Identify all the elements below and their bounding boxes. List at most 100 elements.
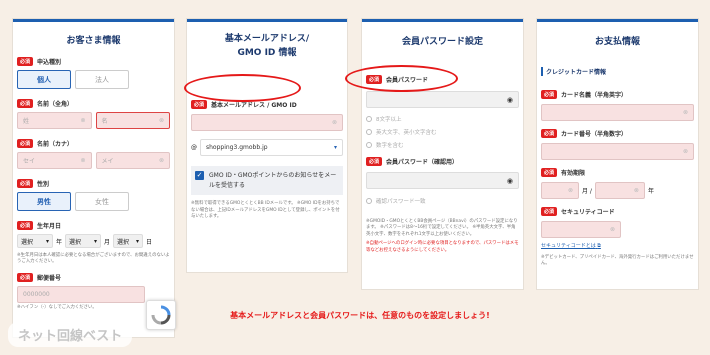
expiry-year-input[interactable]: ⊗ <box>594 182 645 199</box>
security-code-label: 必須 セキュリティコード <box>541 207 694 216</box>
last-name-kana-input[interactable]: セイ ⊗ <box>17 152 92 169</box>
email-input[interactable]: ⊗ <box>191 114 343 131</box>
card-number-label: 必須 カード番号（半角数字） <box>541 129 694 138</box>
circle-check-icon <box>366 198 372 204</box>
security-code-input[interactable]: ⊗ <box>541 221 621 238</box>
last-name-input[interactable]: 姓 ⊗ <box>17 112 92 129</box>
email-gmo-id-panel: 基本メールアドレス/ GMO ID 情報 必須 基本メールアドレス / GMO I… <box>186 18 348 273</box>
label-text: 生年月日 <box>37 223 62 230</box>
circle-check-icon <box>366 129 372 135</box>
individual-button[interactable]: 個人 <box>17 70 71 89</box>
placeholder: 姓 <box>23 118 30 125</box>
rule-digit: 数字を含む <box>366 141 519 149</box>
expiry-label: 必須 有効期限 <box>541 168 694 177</box>
first-name-input[interactable]: 名 ⊗ <box>95 112 170 129</box>
postal-code-input[interactable]: 0000000 <box>17 285 145 303</box>
circle-check-icon <box>366 142 372 148</box>
label-text: 名前（全角） <box>37 101 74 108</box>
caption-text: 基本メールアドレスと会員パスワードは、任意のものを設定しましょう! <box>230 311 490 320</box>
rule-min-length: 8文字以上 <box>366 115 519 123</box>
gender-label: 必須 性別 <box>17 179 170 188</box>
card-number-input[interactable]: ⊗ <box>541 143 694 160</box>
chevron-down-icon: ▾ <box>94 237 98 245</box>
first-name-kana-input[interactable]: メイ ⊗ <box>95 152 170 169</box>
password-input[interactable]: ◉ <box>366 91 519 108</box>
password-note: ※GMOID・GMOとくとくBB会員ページ（BBnavi）のパスワード設定になり… <box>366 219 518 237</box>
checkbox-checked-icon[interactable]: ✓ <box>195 171 204 180</box>
female-button[interactable]: 女性 <box>75 192 129 211</box>
email-label: 必須 基本メールアドレス / GMO ID <box>191 100 343 109</box>
card-note: ※デビットカード、プリペイドカード、海外発行カードはご利用いただけません。 <box>541 255 694 267</box>
rule-case: 英大文字、英小文字含む <box>366 128 519 136</box>
birthday-note: ※生年月日は本人確認に必要となる場合がございますので、お間違えのないようご入力く… <box>17 253 170 265</box>
required-badge: 必須 <box>541 168 558 177</box>
name-kana-label: 必須 名前（カナ） <box>17 139 170 148</box>
label-text: カード名義（半角英字） <box>561 92 628 99</box>
member-password-panel: 会員パスワード設定 必須 会員パスワード ◉ 8文字以上 英大文字、英小文字含む … <box>361 18 524 290</box>
label-text: セキュリティコード <box>561 209 615 216</box>
expiry-month-input[interactable]: ⊗ <box>541 182 579 199</box>
panel-title: 会員パスワード設定 <box>362 19 523 59</box>
newsletter-text: GMO ID・GMOポイントからのお知らせをメールを受信する <box>209 172 337 189</box>
label-text: 申込種別 <box>37 59 62 66</box>
select-value: shopping3.gmobb.jp <box>206 144 268 151</box>
credit-card-heading: クレジットカード情報 <box>541 67 694 76</box>
clear-icon: ⊗ <box>331 119 337 126</box>
password-warning: ※自動ページへのログイン時に必要な項目となりますので、パスワードはメモ等などお控… <box>366 241 519 253</box>
password-confirm-input[interactable]: ◉ <box>366 172 519 189</box>
payment-info-panel: お支払情報 クレジットカード情報 必須 カード名義（半角英字） ⊗ 必須 カード番号… <box>536 18 699 290</box>
birthday-label: 必須 生年月日 <box>17 221 170 230</box>
required-badge: 必須 <box>17 179 34 188</box>
recaptcha-badge[interactable] <box>146 300 176 330</box>
corporate-button[interactable]: 法人 <box>75 70 129 89</box>
rule-text: 8文字以上 <box>376 117 402 123</box>
security-code-link[interactable]: セキュリティコードとは ⧉ <box>541 242 694 249</box>
birth-day-select[interactable]: 選択 ▾ <box>113 234 144 248</box>
email-note: ※無料で取得できるGMOとくとくBB IDメールです。 ※GMO IDをお持ちで… <box>191 201 340 219</box>
rule-text: 数字を含む <box>376 143 404 149</box>
link-text[interactable]: セキュリティコードとは <box>541 243 596 249</box>
birth-month-select[interactable]: 選択 ▾ <box>65 234 102 248</box>
rule-text: 確認パスワード一致 <box>376 199 426 205</box>
at-sign: @ <box>191 144 197 151</box>
male-button[interactable]: 男性 <box>17 192 71 211</box>
label-text: 名前（カナ） <box>37 141 74 148</box>
eye-slash-icon[interactable]: ◉ <box>507 177 513 185</box>
placeholder: メイ <box>101 158 114 165</box>
clear-icon: ⊗ <box>80 117 86 124</box>
clear-icon: ⊗ <box>567 187 573 194</box>
newsletter-checkbox-row[interactable]: ✓ GMO ID・GMOポイントからのお知らせをメールを受信する <box>191 166 343 196</box>
external-link-icon: ⧉ <box>597 243 601 249</box>
heading-text: クレジットカード情報 <box>546 69 607 76</box>
year-unit: 年 <box>647 188 654 195</box>
label-text: カード番号（半角数字） <box>561 131 628 138</box>
card-name-input[interactable]: ⊗ <box>541 104 694 121</box>
required-badge: 必須 <box>541 90 558 99</box>
required-badge: 必須 <box>17 57 34 66</box>
birth-year-select[interactable]: 選択 ▾ <box>17 234 53 248</box>
required-badge: 必須 <box>191 100 208 109</box>
clear-icon: ⊗ <box>609 226 615 233</box>
card-name-label: 必須 カード名義（半角英字） <box>541 90 694 99</box>
title-line-2: GMO ID 情報 <box>237 48 297 58</box>
domain-select[interactable]: shopping3.gmobb.jp ▾ <box>200 139 343 156</box>
required-badge: 必須 <box>17 99 34 108</box>
chevron-down-icon: ▾ <box>333 144 337 151</box>
label-text: 会員パスワード（確認用） <box>386 159 459 166</box>
year-unit: 年 <box>56 238 63 246</box>
select-value: 選択 <box>69 238 82 246</box>
recaptcha-icon <box>151 305 171 325</box>
eye-slash-icon[interactable]: ◉ <box>507 96 513 104</box>
label-text: 郵便番号 <box>37 274 62 282</box>
select-value: 選択 <box>21 238 34 246</box>
clear-icon: ⊗ <box>633 187 639 194</box>
month-unit: 月 / <box>582 188 592 195</box>
password-highlight-oval <box>345 65 458 92</box>
watermark-logo: ネット回線ベスト <box>8 322 133 347</box>
clear-icon: ⊗ <box>158 117 164 124</box>
placeholder: セイ <box>23 158 36 165</box>
rule-text: 英大文字、英小文字含む <box>376 130 437 136</box>
panel-title: お支払情報 <box>537 19 698 59</box>
month-unit: 月 <box>104 238 111 246</box>
required-badge: 必須 <box>17 221 34 230</box>
